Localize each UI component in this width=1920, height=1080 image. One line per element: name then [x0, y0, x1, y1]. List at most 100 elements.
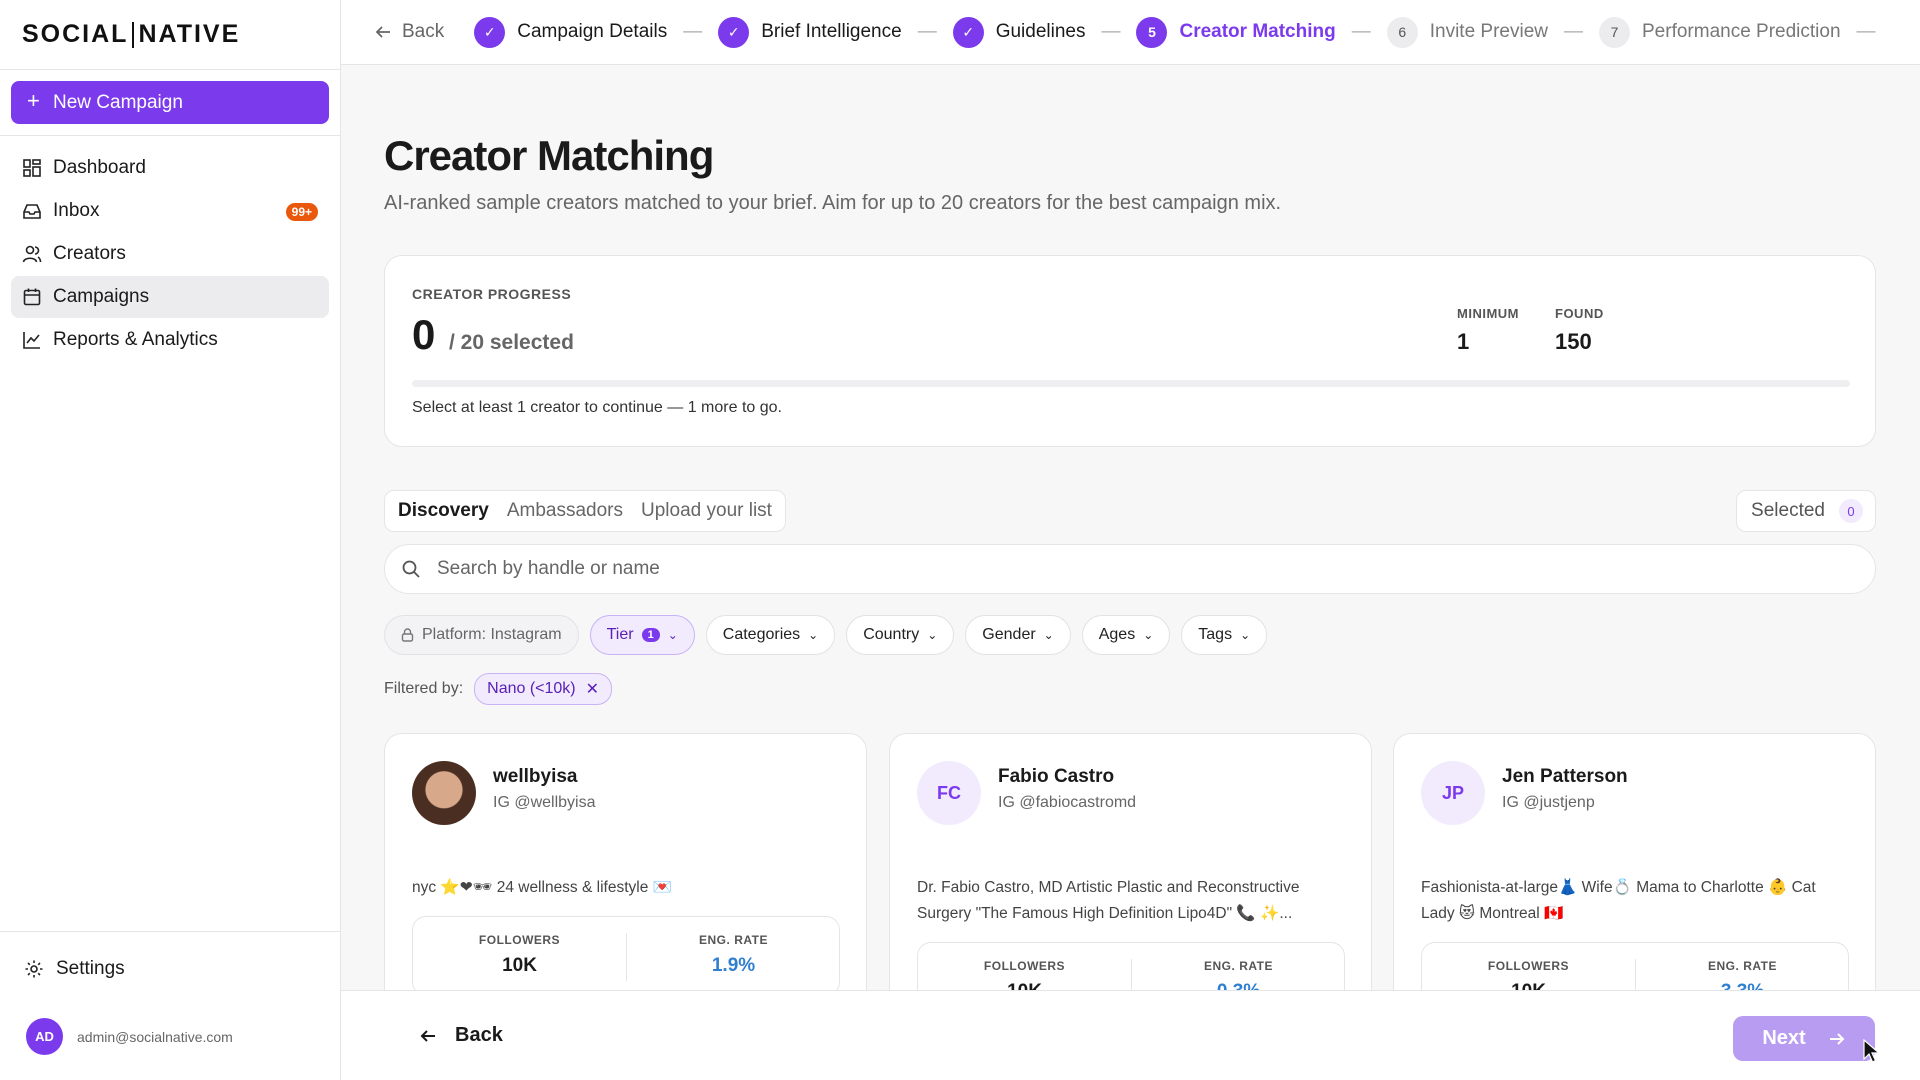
- tab-ambassadors[interactable]: Ambassadors: [498, 500, 632, 522]
- eng-rate-value: 3.3%: [1636, 981, 1849, 990]
- followers-label: FOLLOWERS: [478, 933, 561, 947]
- sidebar-item-label: Reports & Analytics: [53, 329, 218, 350]
- chevron-down-icon: ⌄: [927, 628, 938, 642]
- country-filter[interactable]: Country ⌄: [846, 615, 955, 655]
- sidebar-item-inbox[interactable]: Inbox 99+: [11, 190, 329, 232]
- settings-label: Settings: [56, 958, 125, 979]
- wizard-stepper: Back ✓ Campaign Details — ✓ Brief Intell…: [341, 0, 1920, 65]
- step-label: Guidelines: [995, 21, 1086, 42]
- stepper-back-button[interactable]: Back: [374, 21, 444, 43]
- creator-name: wellbyisa: [493, 766, 578, 787]
- creator-progress-card: CREATOR PROGRESS 0 / 20 selected MINIMUM…: [384, 255, 1876, 447]
- sidebar-item-dashboard[interactable]: Dashboard: [11, 147, 329, 189]
- brand-logo[interactable]: SOCIAL NATIVE: [0, 0, 340, 70]
- stepper-back-label: Back: [402, 21, 445, 42]
- search-bar: [384, 544, 1876, 594]
- inbox-icon: [23, 204, 41, 219]
- ages-filter-label: Ages: [1098, 626, 1136, 643]
- sidebar-bottom-divider: [0, 931, 341, 932]
- step-creator-matching[interactable]: 5 Creator Matching: [1136, 16, 1336, 48]
- minimum-value: 1: [1457, 329, 1470, 354]
- chevron-down-icon: ⌄: [808, 628, 819, 642]
- step-number: 5: [1136, 16, 1168, 48]
- check-icon: ✓: [474, 16, 506, 48]
- chevron-down-icon: ⌄: [667, 628, 678, 642]
- minimum-stat: MINIMUM 1: [1457, 306, 1519, 355]
- arrow-right-icon: [1829, 1032, 1845, 1045]
- sidebar: SOCIAL NATIVE + New Campaign Dashboard In…: [0, 0, 341, 1080]
- ages-filter[interactable]: Ages ⌄: [1081, 615, 1171, 655]
- eng-rate-stat: ENG. RATE 0.3%: [1132, 959, 1345, 990]
- step-performance-prediction[interactable]: 7 Performance Prediction: [1599, 16, 1841, 48]
- tags-filter-label: Tags: [1198, 626, 1233, 643]
- found-value: 150: [1555, 329, 1592, 354]
- creator-card[interactable]: wellbyisa IG @wellbyisa nyc ⭐❤🕶 24 welln…: [384, 733, 867, 990]
- sidebar-item-label: Creators: [53, 243, 126, 264]
- tab-discovery[interactable]: Discovery: [389, 500, 498, 522]
- creator-handle: IG @fabiocastromd: [998, 794, 1137, 811]
- followers-label: FOLLOWERS: [983, 959, 1066, 973]
- brand-right: NATIVE: [138, 20, 241, 48]
- wizard-footer: Back Next: [341, 990, 1920, 1080]
- gender-filter[interactable]: Gender ⌄: [965, 615, 1071, 655]
- step-campaign-details[interactable]: ✓ Campaign Details: [474, 16, 667, 48]
- creator-card[interactable]: FC Fabio Castro IG @fabiocastromd Dr. Fa…: [889, 733, 1372, 990]
- step-guidelines[interactable]: ✓ Guidelines: [952, 16, 1086, 48]
- sidebar-item-label: Dashboard: [53, 157, 146, 178]
- step-label: Invite Preview: [1429, 21, 1548, 42]
- filter-bar: Platform: Instagram Tier 1 ⌄ Categories …: [384, 615, 1268, 655]
- sidebar-divider: [0, 135, 341, 136]
- step-invite-preview[interactable]: 6 Invite Preview: [1386, 16, 1548, 48]
- creator-bio: Fashionista-at-large👗 Wife💍 Mama to Char…: [1421, 879, 1816, 922]
- followers-stat: FOLLOWERS 10K: [1422, 959, 1635, 990]
- creator-bio: nyc ⭐❤🕶 24 wellness & lifestyle 💌: [412, 879, 672, 896]
- arrow-left-icon: [420, 1029, 435, 1042]
- selected-count-badge: 0: [1839, 499, 1863, 523]
- close-icon[interactable]: ✕: [586, 679, 599, 699]
- step-brief-intelligence[interactable]: ✓ Brief Intelligence: [718, 16, 902, 48]
- avatar: [412, 761, 476, 825]
- eng-rate-label: ENG. RATE: [1204, 959, 1273, 973]
- tier-filter[interactable]: Tier 1 ⌄: [589, 615, 695, 655]
- followers-stat: FOLLOWERS 10K: [918, 959, 1131, 990]
- tags-filter[interactable]: Tags ⌄: [1181, 615, 1268, 655]
- check-icon: ✓: [718, 16, 750, 48]
- settings-link[interactable]: Settings: [24, 958, 125, 980]
- sidebar-nav: Dashboard Inbox 99+ Creators Campaigns R…: [11, 147, 329, 362]
- step-separator: —: [1856, 21, 1876, 42]
- sidebar-item-creators[interactable]: Creators: [11, 233, 329, 275]
- chevron-down-icon: ⌄: [1043, 628, 1054, 642]
- sidebar-item-reports[interactable]: Reports & Analytics: [11, 319, 329, 361]
- lock-icon: [401, 628, 414, 642]
- active-filters: Filtered by: Nano (<10k) ✕: [384, 673, 613, 705]
- followers-value: 10K: [1422, 981, 1635, 990]
- followers-stat: FOLLOWERS 10K: [413, 933, 626, 977]
- eng-rate-value: 0.3%: [1132, 981, 1345, 990]
- creator-stats: FOLLOWERS 10K ENG. RATE 1.9%: [412, 916, 840, 990]
- user-profile[interactable]: AD admin@socialnative.com: [26, 1018, 233, 1055]
- avatar: JP: [1421, 761, 1485, 825]
- search-icon: [402, 560, 420, 578]
- new-campaign-button[interactable]: + New Campaign: [11, 81, 329, 124]
- tab-upload-list[interactable]: Upload your list: [632, 500, 781, 522]
- creator-name: Fabio Castro: [998, 766, 1115, 787]
- chevron-down-icon: ⌄: [1143, 628, 1154, 642]
- search-input[interactable]: [437, 558, 1875, 580]
- page-subtitle: AI-ranked sample creators matched to you…: [384, 192, 1282, 214]
- selected-label: Selected: [1751, 500, 1825, 521]
- found-label: FOUND: [1555, 306, 1604, 321]
- back-button[interactable]: Back: [419, 1024, 503, 1047]
- sidebar-item-campaigns[interactable]: Campaigns: [11, 276, 329, 318]
- step-separator: —: [683, 21, 703, 42]
- user-email: admin@socialnative.com: [77, 1028, 233, 1045]
- eng-rate-stat: ENG. RATE 3.3%: [1636, 959, 1849, 990]
- followers-label: FOLLOWERS: [1487, 959, 1570, 973]
- categories-filter[interactable]: Categories ⌄: [705, 615, 836, 655]
- next-button[interactable]: Next: [1733, 1016, 1875, 1061]
- avatar: FC: [917, 761, 981, 825]
- active-filter-chip[interactable]: Nano (<10k) ✕: [474, 673, 613, 705]
- gender-filter-label: Gender: [982, 626, 1036, 643]
- calendar-icon: [23, 288, 41, 306]
- creator-card[interactable]: JP Jen Patterson IG @justjenp Fashionist…: [1393, 733, 1876, 990]
- selected-toggle[interactable]: Selected 0: [1736, 490, 1876, 532]
